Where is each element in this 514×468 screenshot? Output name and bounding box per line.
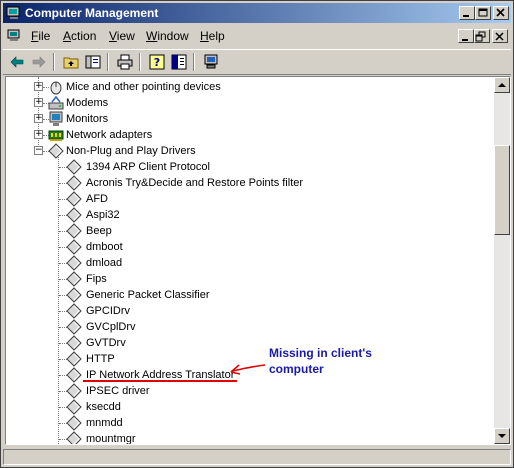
computer-management-window: Computer Management File Action View Win… (0, 0, 514, 468)
annotation-overlay (83, 364, 266, 382)
annotation-text: Missing in client's computer (269, 345, 372, 377)
annotation-line-2: computer (269, 362, 324, 376)
annotation-line-1: Missing in client's (269, 346, 372, 360)
